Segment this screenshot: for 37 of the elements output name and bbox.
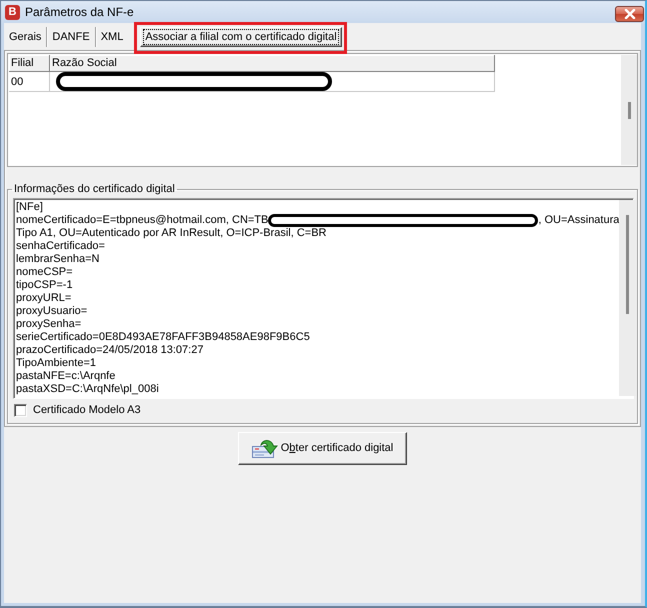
tab[interactable]: Associar a filial com o certificado digital — [140, 27, 342, 47]
checkbox-label[interactable]: Certificado Modelo A3 — [33, 404, 141, 418]
tab[interactable]: XML — [96, 27, 128, 47]
scrollbar[interactable] — [619, 200, 636, 396]
scrollbar-thumb[interactable] — [628, 102, 630, 119]
text-line: serieCertificado=0E8D493AE78FAFF3B94858AE98F9B6C5 — [16, 331, 311, 344]
text-line: pastaNFE=c:\Arqnfe — [16, 370, 116, 383]
text-line: tipoCSP=-1 — [16, 279, 74, 292]
text-line: prazoCertificado=24/05/2018 13:07:27 — [16, 344, 204, 357]
table-cell: 00 — [9, 72, 50, 92]
scrollbar[interactable] — [621, 55, 637, 165]
text-line: nomeCSP= — [16, 266, 74, 279]
text-area[interactable] — [13, 198, 634, 399]
close-icon — [624, 8, 636, 18]
card-arrow-icon — [252, 438, 278, 459]
app-logo: B — [5, 4, 20, 20]
text-line: senhaCertificado= — [16, 240, 106, 253]
text-line: nomeCertificado=E=tbpneus@hotmail.com, CN=TB — [16, 214, 268, 227]
text-line: proxyURL= — [16, 292, 72, 305]
group-title: Informações do certificado digital — [13, 183, 176, 196]
text-line: pastaXSD=C:\ArqNfe\pl_008i — [16, 383, 160, 396]
close-button[interactable] — [615, 6, 644, 22]
window-title: Parâmetros da NF-e — [25, 4, 134, 20]
tab[interactable]: Gerais — [4, 27, 48, 47]
checkbox[interactable] — [14, 404, 27, 417]
column-header[interactable]: Razão Social — [50, 55, 495, 72]
text-line: lembrarSenha=N — [16, 253, 100, 266]
text-line: TipoAmbiente=1 — [16, 357, 98, 370]
scrollbar-thumb[interactable] — [626, 215, 630, 314]
text-line: proxySenha= — [16, 318, 82, 331]
column-header[interactable]: Filial — [9, 55, 50, 72]
text-line: proxyUsuario= — [16, 305, 88, 318]
text-line: Tipo A1, OU=Autenticado por AR InResult, O=ICP-Brasil, C=BR — [16, 227, 328, 240]
text-line: , OU=Assinatura — [538, 214, 620, 227]
text-line: [NFe] — [16, 201, 44, 214]
tab[interactable]: DANFE — [47, 27, 96, 47]
get-certificate-button[interactable]: Obter certificado digital — [238, 432, 407, 465]
